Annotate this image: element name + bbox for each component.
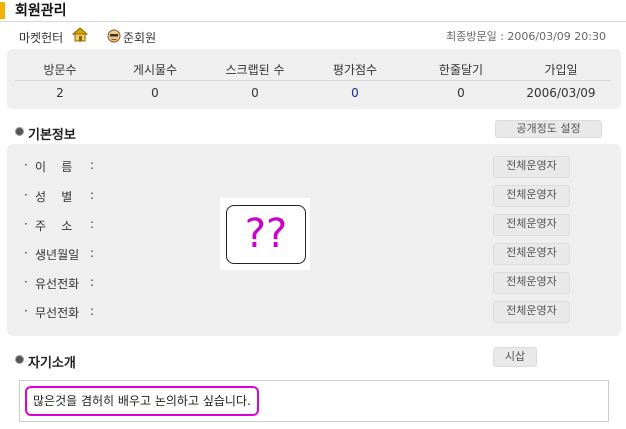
visibility-button-name[interactable]: 전체운영자 [493,156,570,178]
stat-label-comments: 한줄달기 [438,63,484,77]
stat-value-comments: 0 [457,86,465,100]
member-grade: 준회원 [123,31,157,45]
colon: : [90,217,95,231]
stat-label-posts: 게시물수 [132,63,178,77]
colon: : [90,188,95,202]
label-mobile: 무선전화 [35,306,80,320]
stats-panel [7,49,621,109]
title-accent-bar [0,2,5,19]
row-bullet: · [24,188,28,202]
section-bullet-icon [15,355,24,364]
house-icon [71,26,89,42]
stat-value-joined: 2006/03/09 [526,86,596,100]
basic-info-title: 기본정보 [28,128,76,143]
member-nickname: 마켓헌터 [19,31,64,45]
stat-label-rating: 평가점수 [332,63,378,77]
stat-value-visits: 2 [56,86,64,100]
last-visit: 최종방문일 : 2006/03/09 20:30 [446,30,606,43]
label-address: 주 소 [35,219,73,233]
visibility-button-landline[interactable]: 전체운영자 [493,272,570,294]
visibility-button-gender[interactable]: 전체운영자 [493,185,570,207]
stat-value-rating[interactable]: 0 [305,86,405,100]
row-bullet: · [24,304,28,318]
colon: : [90,246,95,260]
disclosure-settings-button[interactable]: 공개정도 설정 [495,120,602,138]
stat-label-scraps: 스크랩된 수 [225,63,285,77]
stat-value-posts: 0 [151,86,159,100]
row-bullet: · [24,246,28,260]
stat-label-joined: 가입일 [544,63,578,77]
title-divider [0,21,626,22]
label-landline: 유선전화 [35,277,80,291]
colon: : [90,304,95,318]
row-bullet: · [24,275,28,289]
stat-label-visits: 방문수 [43,63,77,77]
member-face-icon [107,28,121,43]
label-gender: 성 별 [35,190,73,204]
visibility-button-mobile[interactable]: 전체운영자 [493,301,570,323]
label-birthdate: 생년월일 [35,248,80,262]
section-bullet-icon [15,127,24,136]
stat-value-scraps: 0 [251,86,259,100]
colon: : [90,275,95,289]
row-bullet: · [24,217,28,231]
visibility-button-address[interactable]: 전체운영자 [493,214,570,236]
sysop-button[interactable]: 시삽 [493,347,537,367]
stats-divider [15,80,611,81]
colon: : [90,158,95,172]
visibility-button-birthdate[interactable]: 전체운영자 [493,243,570,265]
question-mark-placeholder: ?? [226,205,306,264]
row-bullet: · [24,158,28,172]
intro-text: 많은것을 겸허히 배우고 논의하고 싶습니다. [25,386,259,416]
intro-title: 자기소개 [28,356,76,371]
page-title: 회원관리 [15,3,67,19]
label-name: 이 름 [35,160,73,174]
